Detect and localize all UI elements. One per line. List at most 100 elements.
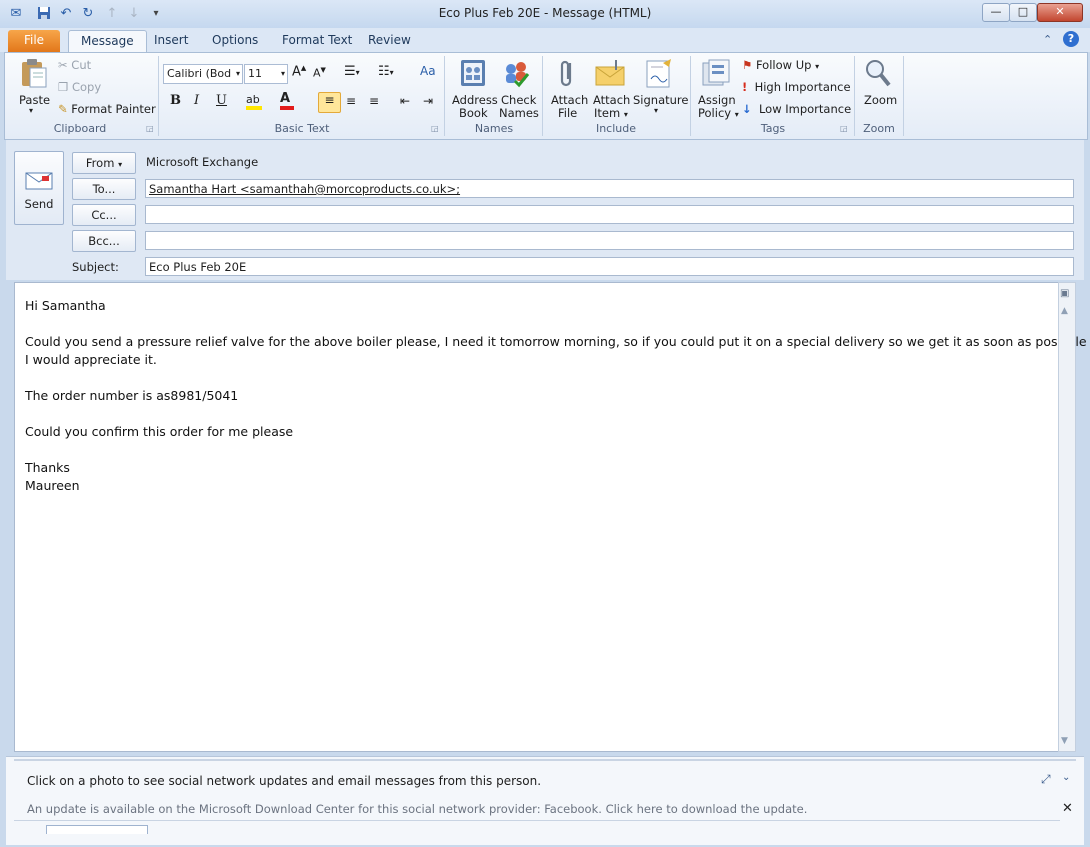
scroll-down-icon[interactable]: ▼ [1061,736,1068,746]
align-center-icon[interactable]: ≡ [346,94,356,108]
body-line: Thanks [25,460,70,475]
contact-photo-strip[interactable] [46,825,148,834]
close-notice-icon[interactable]: ✕ [1062,801,1073,816]
low-importance-label: Low Importance [758,102,852,116]
font-color-icon[interactable]: A [280,91,294,110]
from-label: From [85,156,115,170]
assign-policy-button[interactable] [700,57,732,92]
styles-icon[interactable]: Aa [420,64,436,78]
chevron-down-icon[interactable]: ⌄ [1062,772,1070,783]
minimize-ribbon-icon[interactable]: ⌃ [1043,33,1052,46]
align-right-icon[interactable]: ≡ [369,94,379,108]
close-button[interactable]: ✕ [1037,3,1083,22]
paste-icon [22,59,47,88]
help-icon[interactable]: ? [1063,31,1079,47]
signature-dropdown-icon[interactable]: ▾ [654,106,658,115]
attach-file-button[interactable] [552,57,584,92]
minimize-button[interactable]: — [982,3,1010,22]
decrease-indent-icon[interactable]: ⇤ [400,94,410,108]
format-painter-icon: ✎ [58,102,68,116]
high-importance-button[interactable]: ! High Importance [742,80,851,94]
basic-text-launcher-icon[interactable]: ◲ [431,124,439,133]
check-names-icon [506,62,530,88]
align-left-icon[interactable]: ≡ [318,92,341,113]
check-names-button[interactable] [501,57,533,92]
format-painter-label: Format Painter [71,102,156,116]
follow-up-button[interactable]: ⚑ Follow Up ▾ [742,58,819,72]
basic-text-group-label: Basic Text [274,122,330,135]
chevron-down-icon: ▾ [280,69,285,78]
font-name-select[interactable]: Calibri (Bod ▾ [163,64,243,84]
exclamation-icon: ! [742,80,748,94]
attach-item-label-1: Attach [593,93,631,107]
signature-button[interactable] [643,57,675,92]
zoom-button[interactable] [862,57,894,92]
tab-format-text[interactable]: Format Text [270,30,364,52]
send-label: Send [24,197,54,211]
paste-dropdown-icon[interactable]: ▾ [29,106,33,115]
signature-icon [646,59,671,88]
follow-up-label: Follow Up [755,58,812,72]
pane-splitter[interactable] [14,759,1076,761]
bcc-button[interactable]: Bcc... [72,230,136,252]
to-recipient[interactable]: Samantha Hart <samanthah@morcoproducts.c… [149,182,460,196]
format-painter-button[interactable]: ✎ Format Painter [58,102,156,116]
address-book-button[interactable] [457,57,489,92]
shrink-font-icon[interactable]: A▼ [313,66,326,80]
assign-policy-label-1: Assign [698,93,736,107]
separator [854,56,855,136]
chevron-down-icon: ▾ [118,160,123,169]
body-line: Maureen [25,478,80,493]
body-line: Could you confirm this order for me plea… [25,424,294,439]
subject-field[interactable]: Eco Plus Feb 20E [145,257,1074,276]
underline-button[interactable]: U [216,93,227,108]
tab-options[interactable]: Options [200,30,270,52]
to-field[interactable]: Samantha Hart <samanthah@morcoproducts.c… [145,179,1074,198]
cc-button[interactable]: Cc... [72,204,136,226]
tab-message[interactable]: Message [68,30,147,53]
check-names-label-2: Names [499,106,539,120]
address-book-label-1: Address [452,93,498,107]
tab-review[interactable]: Review [356,30,423,52]
highlight-icon[interactable]: ab [246,92,262,110]
paperclip-icon [560,60,572,87]
font-size-select[interactable]: 11 ▾ [244,64,288,84]
vertical-scrollbar[interactable] [1058,282,1076,752]
send-button[interactable]: Send [14,151,64,225]
low-importance-button[interactable]: ↓ Low Importance [742,102,851,116]
cut-button[interactable]: ✂ Cut [58,58,91,72]
italic-button[interactable]: I [194,93,199,108]
paste-button[interactable] [18,57,50,92]
bcc-field[interactable] [145,231,1074,250]
send-icon [25,172,53,190]
high-importance-label: High Importance [754,80,851,94]
increase-indent-icon[interactable]: ⇥ [423,94,433,108]
from-button[interactable]: From ▾ [72,152,136,174]
copy-button[interactable]: ❐ Copy [58,80,101,94]
grow-font-icon[interactable]: A▲ [292,64,306,79]
social-update-notice[interactable]: An update is available on the Microsoft … [27,802,807,816]
to-button[interactable]: To... [72,178,136,200]
attach-item-button[interactable] [594,57,626,92]
zoom-label: Zoom [864,93,898,107]
include-group-label: Include [595,122,637,135]
numbering-icon[interactable]: ☷▾ [378,64,394,79]
message-body[interactable] [14,282,1060,752]
paste-label: Paste [19,93,51,107]
cc-field[interactable] [145,205,1074,224]
clipboard-launcher-icon[interactable]: ◲ [146,124,154,133]
clipboard-group-label: Clipboard [53,122,107,135]
ruler-toggle-icon[interactable]: ▣ [1060,288,1069,299]
bullets-icon[interactable]: ☰▾ [344,64,360,79]
assign-policy-icon [702,59,730,86]
separator [542,56,543,136]
maximize-button[interactable]: □ [1009,3,1037,22]
bold-button[interactable]: B [170,93,181,108]
tab-file[interactable]: File [8,30,60,52]
tags-launcher-icon[interactable]: ◲ [840,124,848,133]
tab-insert[interactable]: Insert [142,30,200,52]
cut-icon: ✂ [58,58,68,72]
separator [158,56,159,136]
expand-pane-icon[interactable]: ⤢ [1041,772,1051,787]
scroll-up-icon[interactable]: ▲ [1061,306,1068,316]
